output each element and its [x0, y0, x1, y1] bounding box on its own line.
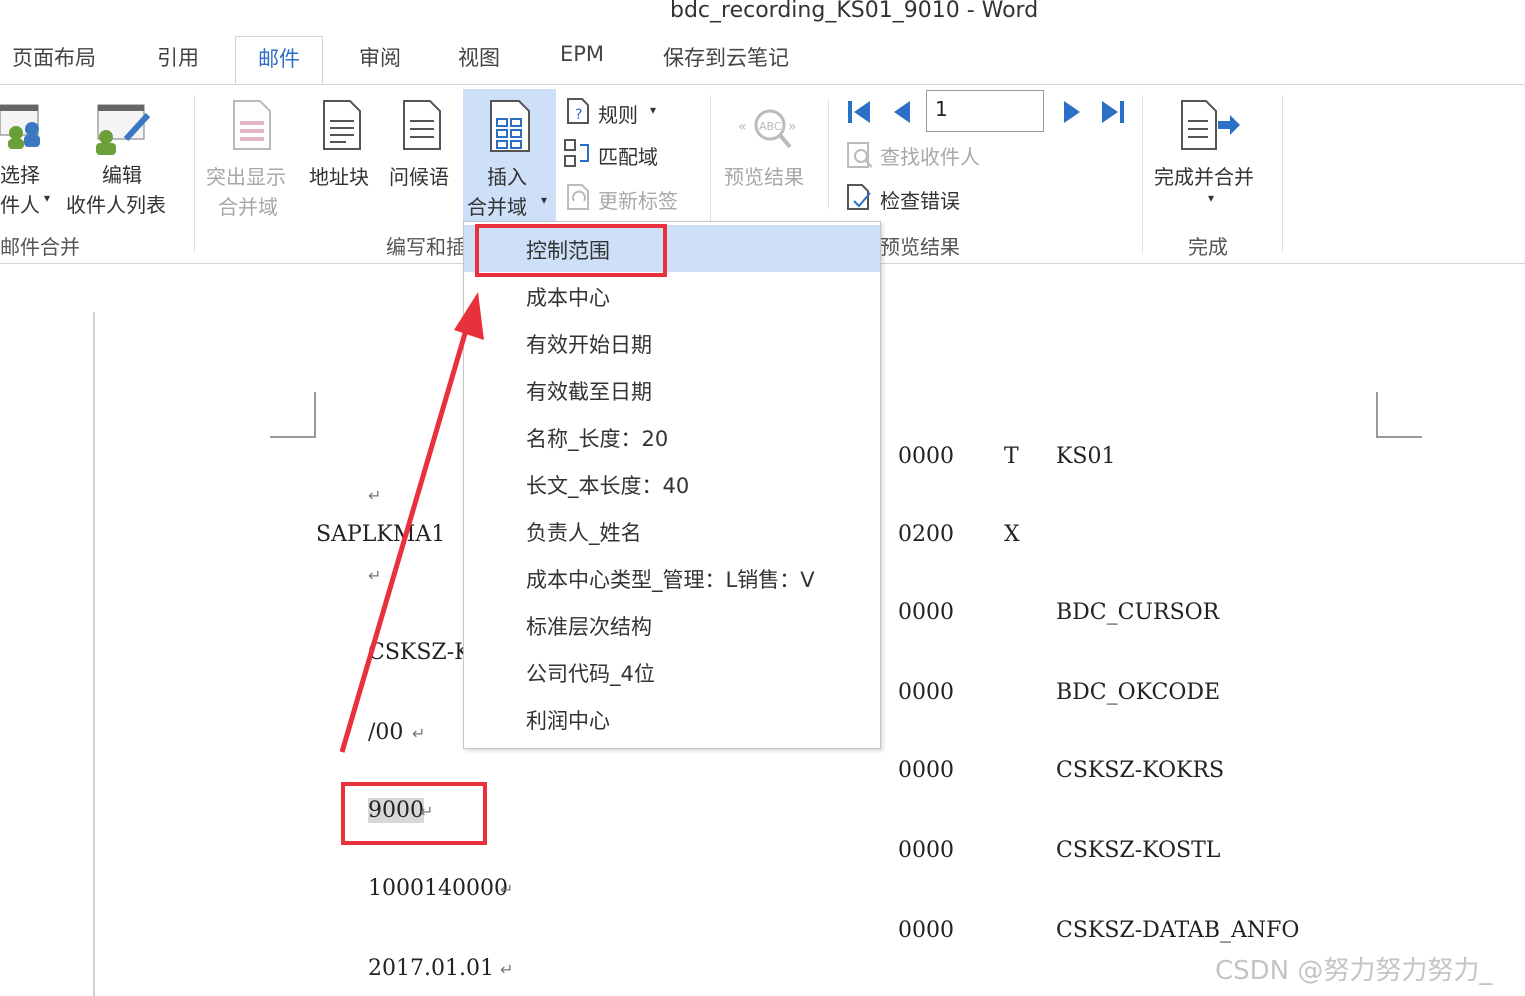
annotation-arrow	[339, 292, 484, 753]
watermark: CSDN @努力努力努力_	[1215, 956, 1493, 986]
